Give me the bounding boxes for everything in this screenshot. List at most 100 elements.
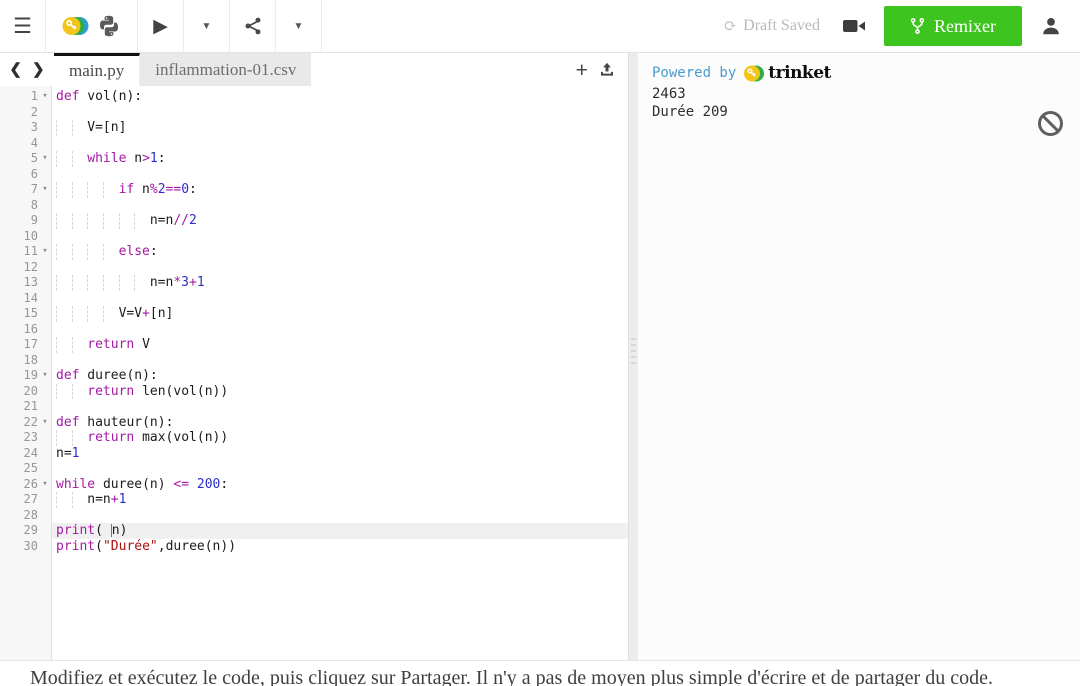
code-line-content[interactable]: print("Durée",duree(n)) — [52, 539, 628, 555]
fold-arrow-icon[interactable]: ▾ — [38, 415, 52, 431]
code-token: def — [56, 414, 80, 430]
draft-status-label: Draft Saved — [743, 17, 821, 34]
share-button[interactable] — [230, 0, 276, 52]
code-line-content[interactable]: n=n//2 — [52, 213, 628, 229]
code-line-content[interactable]: print( n) — [52, 523, 628, 539]
tab-main-py[interactable]: main.py — [54, 53, 141, 86]
line-number: 25 — [23, 461, 38, 475]
code-line-content[interactable] — [52, 461, 628, 477]
play-icon: ▶ — [153, 15, 168, 37]
code-token: print — [56, 538, 96, 554]
run-button[interactable]: ▶ — [138, 0, 184, 52]
indent-guide — [56, 383, 72, 399]
gutter-cell: 10 — [0, 229, 52, 245]
fold-arrow-icon[interactable]: ▾ — [38, 368, 52, 384]
code-token: return — [87, 383, 135, 399]
indent-guide — [56, 430, 72, 446]
code-line-content[interactable]: return max(vol(n)) — [52, 430, 628, 446]
indent-guide — [71, 337, 88, 353]
powered-by-link[interactable]: Powered by — [652, 65, 736, 81]
menu-button[interactable]: ☰ — [0, 0, 46, 52]
code-line-content[interactable] — [52, 198, 628, 214]
video-button[interactable] — [842, 0, 866, 52]
gutter-cell: 17 — [0, 337, 52, 353]
python-logo-icon — [97, 14, 121, 38]
gutter-cell: 16 — [0, 322, 52, 338]
indent-guide — [71, 120, 88, 136]
indent-guide — [56, 337, 72, 353]
add-file-icon[interactable]: + — [575, 58, 588, 81]
indent-guide — [56, 492, 72, 508]
share-options-button[interactable]: ▼ — [276, 0, 322, 52]
code-token: [n] — [149, 306, 174, 321]
code-line-content[interactable] — [52, 136, 628, 152]
code-line-content[interactable]: def duree(n): — [52, 368, 628, 384]
footer-text: Modifiez et exécutez le code, puis cliqu… — [30, 667, 993, 686]
menu-icon: ☰ — [13, 13, 32, 38]
line-number: 16 — [23, 321, 38, 336]
code-line-content[interactable]: n=1 — [52, 446, 628, 462]
code-line-content[interactable]: n=n+1 — [52, 492, 628, 508]
indent-guide — [102, 306, 119, 322]
code-token: duree(n) — [95, 476, 174, 492]
code-token: 0 — [181, 182, 190, 197]
gutter-cell: 27 — [0, 492, 52, 508]
code-line: 8 — [0, 198, 628, 214]
indent-guide — [71, 492, 88, 508]
tab-inflammation-csv[interactable]: inflammation-01.csv — [140, 53, 312, 86]
code-line-content[interactable] — [52, 291, 628, 307]
gutter-cell: 25 — [0, 461, 52, 477]
code-editor[interactable]: 1 ▾ def vol(n): 2 3 V=[n] 4 5 ▾ while n>1: 6 7 ▾ if n… — [0, 86, 628, 660]
code-line-content[interactable]: def vol(n): — [52, 89, 628, 105]
fork-icon — [910, 17, 925, 35]
code-line-content[interactable]: while n>1: — [52, 151, 628, 167]
indent-guide — [87, 275, 103, 291]
ban-icon[interactable] — [1037, 110, 1064, 137]
indent-guide — [56, 120, 72, 136]
fold-arrow-icon[interactable]: ▾ — [38, 89, 52, 105]
trinket-brand-label[interactable]: trinket — [768, 63, 831, 83]
code-line-content[interactable] — [52, 508, 628, 524]
pane-resize-handle[interactable] — [628, 53, 638, 660]
fold-arrow-icon[interactable]: ▾ — [38, 477, 52, 493]
upload-file-icon[interactable] — [598, 61, 616, 79]
code-line-content[interactable]: V=[n] — [52, 120, 628, 136]
code-line-content[interactable]: if n%2==0: — [52, 182, 628, 198]
code-line-content[interactable]: return V — [52, 337, 628, 353]
code-line-content[interactable]: return len(vol(n)) — [52, 383, 628, 399]
remix-button[interactable]: Remixer — [884, 6, 1022, 46]
code-line-content[interactable] — [52, 322, 628, 338]
code-token: 1 — [71, 445, 80, 461]
code-line-content[interactable]: while duree(n) <= 200: — [52, 477, 628, 493]
gutter-cell: 20 — [0, 384, 52, 400]
tab-actions: + — [575, 53, 628, 86]
next-tab-icon[interactable]: ❯ — [32, 60, 45, 79]
line-number: 24 — [23, 445, 38, 460]
fold-arrow-icon[interactable]: ▾ — [38, 244, 52, 260]
code-line-content[interactable]: n=n*3+1 — [52, 275, 628, 291]
fold-arrow-icon[interactable]: ▾ — [38, 182, 52, 198]
code-line-content[interactable] — [52, 105, 628, 121]
code-line-content[interactable]: V=V+[n] — [52, 306, 628, 322]
prev-tab-icon[interactable]: ❮ — [9, 60, 22, 79]
code-line-content[interactable] — [52, 167, 628, 183]
code-line: 17 return V — [0, 337, 628, 353]
code-line-content[interactable]: def hauteur(n): — [52, 415, 628, 431]
code-line-content[interactable] — [52, 260, 628, 276]
code-line-content[interactable] — [52, 353, 628, 369]
code-line-content[interactable] — [52, 399, 628, 415]
user-button[interactable] — [1022, 0, 1080, 52]
code-line: 5 ▾ while n>1: — [0, 151, 628, 167]
indent-guide — [87, 244, 103, 260]
fold-arrow-icon[interactable]: ▾ — [38, 151, 52, 167]
code-line-content[interactable] — [52, 229, 628, 245]
code-token: * — [173, 275, 182, 290]
run-options-button[interactable]: ▼ — [184, 0, 230, 52]
code-line-content[interactable]: else: — [52, 244, 628, 260]
remix-button-label: Remixer — [934, 15, 996, 36]
